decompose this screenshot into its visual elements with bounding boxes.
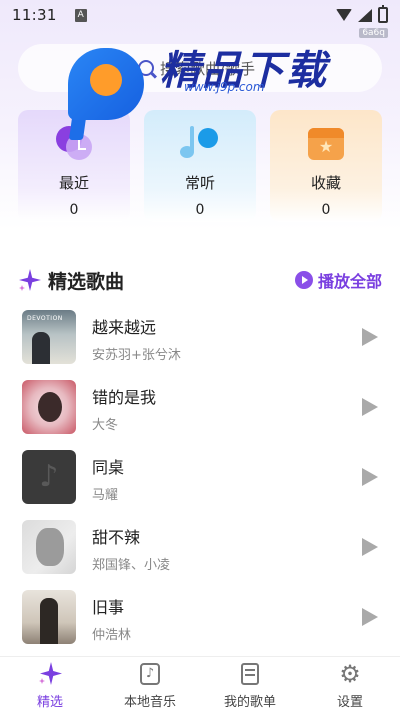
play-icon[interactable] bbox=[362, 398, 378, 416]
play-icon[interactable] bbox=[362, 468, 378, 486]
status-indicators bbox=[336, 5, 388, 23]
sparkle-icon bbox=[39, 662, 62, 685]
nav-local-music[interactable]: ♪ 本地音乐 bbox=[100, 657, 200, 712]
album-cover: ♪ bbox=[22, 450, 76, 504]
card-count: 0 bbox=[69, 202, 79, 218]
play-all-button[interactable]: 播放全部 bbox=[294, 268, 382, 292]
battery-icon bbox=[378, 5, 388, 23]
play-icon[interactable] bbox=[362, 328, 378, 346]
card-count: 0 bbox=[195, 202, 205, 218]
section-title: 精选歌曲 bbox=[48, 270, 125, 293]
card-label: 常听 bbox=[184, 174, 215, 192]
song-artist: 郑国锋、小凌 bbox=[92, 558, 171, 573]
nav-label: 设置 bbox=[336, 695, 363, 710]
signal-icon bbox=[358, 8, 372, 22]
play-all-label: 播放全部 bbox=[317, 272, 382, 291]
song-row[interactable]: 错的是我 大冬 bbox=[0, 372, 400, 442]
album-cover bbox=[22, 520, 76, 574]
card-frequent[interactable]: 常听 0 bbox=[144, 110, 256, 222]
song-title: 同桌 bbox=[92, 458, 125, 477]
nav-label: 本地音乐 bbox=[123, 695, 176, 710]
featured-section-header: 精选歌曲 播放全部 bbox=[18, 264, 382, 296]
playlist-icon bbox=[237, 661, 263, 687]
play-icon[interactable] bbox=[362, 538, 378, 556]
song-row[interactable]: DEVOTION 越来越远 安苏羽+张兮沐 bbox=[0, 302, 400, 372]
song-artist: 马耀 bbox=[92, 488, 119, 503]
wifi-icon bbox=[336, 9, 352, 21]
watermark-logo-dot bbox=[90, 64, 122, 96]
nav-my-playlists[interactable]: 我的歌单 bbox=[200, 657, 300, 712]
play-circle-icon bbox=[294, 271, 313, 289]
play-icon[interactable] bbox=[362, 608, 378, 626]
card-label: 最近 bbox=[58, 174, 89, 192]
song-row[interactable]: ♪ 同桌 马耀 bbox=[0, 442, 400, 512]
local-music-icon: ♪ bbox=[137, 661, 163, 687]
nav-settings[interactable]: ⚙ 设置 bbox=[300, 657, 400, 712]
nav-featured[interactable]: 精选 bbox=[0, 657, 100, 712]
album-cover bbox=[22, 590, 76, 644]
album-cover bbox=[22, 380, 76, 434]
song-title: 错的是我 bbox=[92, 388, 157, 407]
status-time: 11:31 bbox=[12, 6, 57, 24]
song-row[interactable]: 旧事 仲浩林 bbox=[0, 582, 400, 652]
nav-label: 精选 bbox=[36, 695, 63, 710]
sparkle-icon bbox=[19, 269, 41, 291]
card-favorites[interactable]: ★ 收藏 0 bbox=[270, 110, 382, 222]
song-row[interactable]: 甜不辣 郑国锋、小凌 bbox=[0, 512, 400, 582]
watermark-url: www.j9p.com bbox=[184, 80, 265, 94]
cover-text: DEVOTION bbox=[27, 315, 63, 322]
notification-icon: A bbox=[74, 8, 87, 22]
card-count: 0 bbox=[321, 202, 331, 218]
gear-icon: ⚙ bbox=[339, 660, 361, 688]
album-cover: DEVOTION bbox=[22, 310, 76, 364]
card-label: 收藏 bbox=[310, 174, 341, 192]
song-artist: 仲浩林 bbox=[92, 628, 132, 643]
song-artist: 安苏羽+张兮沐 bbox=[92, 348, 181, 363]
song-artist: 大冬 bbox=[92, 418, 119, 433]
corner-tag: 6a6q bbox=[359, 28, 388, 38]
bottom-nav: 精选 ♪ 本地音乐 我的歌单 ⚙ 设置 bbox=[0, 656, 400, 712]
status-bar: 11:31 A bbox=[0, 0, 400, 30]
nav-label: 我的歌单 bbox=[223, 695, 276, 710]
music-note-icon bbox=[180, 124, 220, 164]
favorite-box-icon: ★ bbox=[306, 124, 346, 164]
song-title: 越来越远 bbox=[92, 318, 157, 337]
song-title: 甜不辣 bbox=[92, 528, 141, 547]
song-title: 旧事 bbox=[92, 598, 125, 617]
song-list: DEVOTION 越来越远 安苏羽+张兮沐 错的是我 大冬 ♪ 同桌 马耀 甜不… bbox=[0, 302, 400, 652]
music-note-icon: ♪ bbox=[39, 459, 59, 494]
